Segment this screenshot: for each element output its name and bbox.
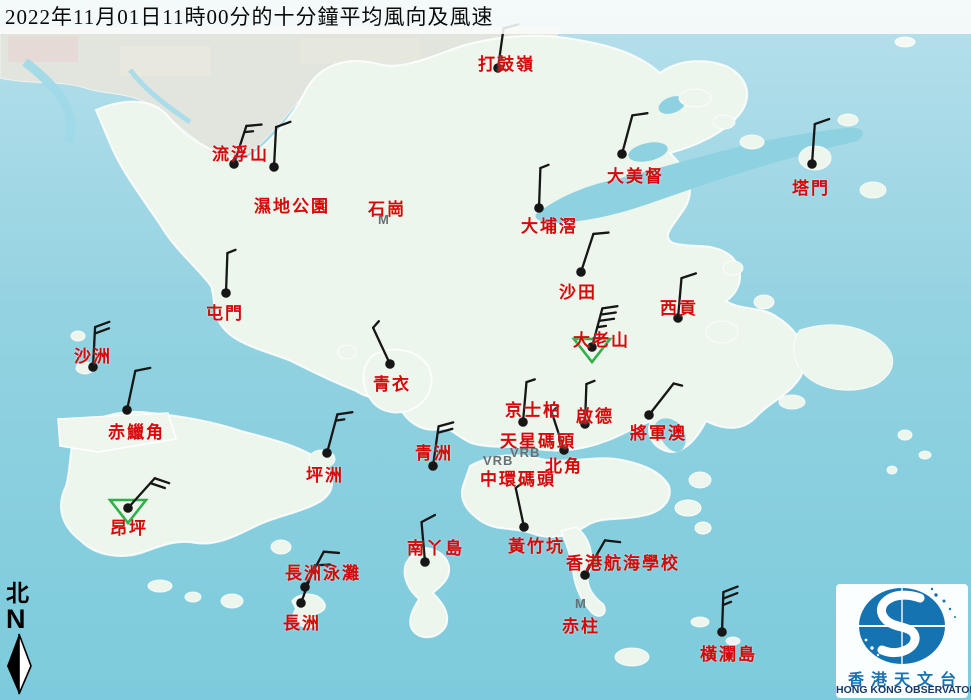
north-arrow-icon	[2, 632, 38, 696]
station-label-kings-park: 京士柏	[505, 396, 562, 421]
station-label-tates-cairn: 大老山	[573, 326, 630, 351]
north-indicator: 北 N	[2, 582, 42, 700]
station-label-sha-tin: 沙田	[559, 278, 597, 303]
page-title: 2022年11月01日11時00分的十分鐘平均風向及風速	[5, 0, 493, 34]
station-label-ta-kwu-ling: 打鼓嶺	[478, 50, 535, 75]
station-label-stanley: 赤柱	[562, 612, 600, 637]
station-label-hk-sea-school: 香港航海學校	[566, 549, 680, 574]
station-label-lamma-island: 南丫島	[407, 534, 464, 559]
station-label-tai-po-kau: 大埔滘	[521, 212, 578, 237]
station-label-chek-lap-kok: 赤鱲角	[108, 418, 165, 443]
station-label-north-point: 北角	[545, 452, 583, 477]
station-label-tsing-yi: 青衣	[373, 370, 411, 395]
station-label-cheung-chau-beach: 長洲泳灘	[285, 559, 361, 584]
station-label-green-island: 青洲	[415, 439, 453, 464]
hko-logo: 香港天文台 HONG KONG OBSERVATORY	[836, 584, 968, 698]
wind-map-page: 打鼓嶺流浮山濕地公園石崗M大美督大埔滘塔門沙田西貢大老山屯門沙洲赤鱲角青衣京士柏…	[0, 0, 971, 700]
station-label-tai-mei-tuk: 大美督	[607, 162, 664, 187]
station-label-wong-chuk-hang: 黃竹坑	[508, 532, 565, 557]
station-label-sai-kung: 西貢	[660, 294, 698, 319]
station-label-peng-chau: 坪洲	[306, 461, 344, 486]
station-status-star-ferry: VRB	[510, 445, 540, 460]
station-label-kai-tak: 啟德	[576, 402, 614, 427]
title-bar: 2022年11月01日11時00分的十分鐘平均風向及風速	[0, 0, 971, 34]
north-label-zh: 北	[2, 582, 42, 606]
station-label-wetland-park: 濕地公園	[254, 192, 330, 217]
station-label-tap-mun: 塔門	[792, 174, 830, 199]
hko-logo-name-en: HONG KONG OBSERVATORY	[836, 684, 968, 696]
station-label-tseung-kwan-o: 將軍澳	[630, 419, 687, 444]
station-label-waglan-island: 橫瀾島	[700, 640, 757, 665]
station-status-central-pier: VRB	[483, 453, 513, 468]
hko-logo-icon	[836, 584, 968, 666]
station-label-lau-fau-shan: 流浮山	[212, 140, 269, 165]
station-label-sha-chau: 沙洲	[74, 342, 112, 367]
station-label-ngong-ping: 昂坪	[110, 514, 148, 539]
station-status-stanley: M	[575, 596, 587, 611]
station-labels-layer: 打鼓嶺流浮山濕地公園石崗M大美督大埔滘塔門沙田西貢大老山屯門沙洲赤鱲角青衣京士柏…	[0, 0, 971, 700]
station-label-tuen-mun: 屯門	[206, 299, 244, 324]
station-label-cheung-chau: 長洲	[283, 609, 321, 634]
station-status-shek-kong: M	[378, 212, 390, 227]
north-label-en: N	[2, 606, 42, 632]
